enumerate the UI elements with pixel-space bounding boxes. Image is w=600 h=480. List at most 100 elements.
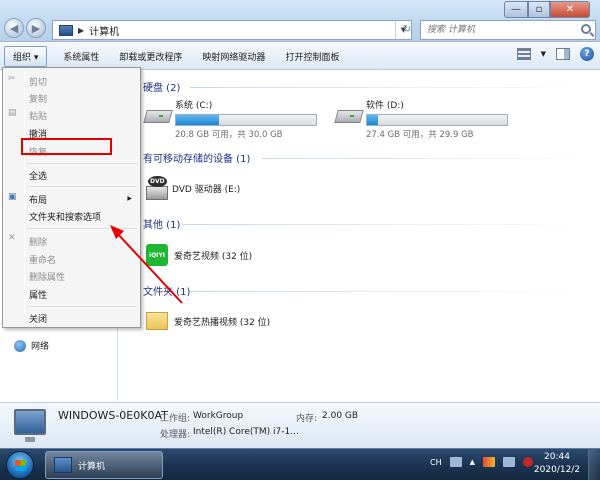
drive-d[interactable]: 软件 (D:) 27.4 GB 可用，共 29.9 GB (336, 98, 508, 140)
window-controls: — ▫ ✕ (504, 1, 590, 18)
drive-d-name: 软件 (D:) (366, 101, 404, 111)
hard-disk-icon (336, 104, 360, 126)
maximize-button[interactable]: ▫ (528, 1, 550, 18)
details-pane: WINDOWS-0E0K0AT 工作组: WorkGroup 内存: 2.00 … (0, 402, 600, 448)
help-icon[interactable]: ? (580, 47, 594, 61)
tray-expand-icon[interactable]: ▲ (470, 458, 475, 466)
group-hard-disks[interactable]: 硬盘 (2) (143, 79, 180, 94)
drive-d-usage-bar (366, 114, 508, 126)
workgroup-value: WorkGroup (193, 411, 244, 421)
action-center-icon[interactable] (483, 457, 495, 467)
drive-dvd[interactable]: DVD 驱动器 (E:) (146, 176, 240, 200)
drive-d-usage-fill (367, 115, 379, 125)
organize-button[interactable]: 组织 ▾ (4, 45, 48, 67)
group-removable[interactable]: 有可移动存储的设备 (1) (143, 150, 250, 165)
back-button[interactable]: ◀ (4, 18, 24, 38)
workgroup-key: 工作组: (160, 414, 191, 424)
group-divider (190, 87, 590, 88)
breadcrumb-chevron-icon[interactable]: ▶ (78, 26, 84, 35)
search-box[interactable] (420, 20, 596, 40)
dvd-drive-icon (146, 176, 168, 200)
uninstall-program-button[interactable]: 卸载或更改程序 (109, 43, 192, 69)
group-folders[interactable]: 文件夹 (1) (143, 283, 190, 298)
taskbar-app-computer[interactable]: 计算机 (45, 451, 163, 479)
system-properties-button[interactable]: 系统属性 (53, 43, 109, 69)
menu-item-rename: 重命名 (29, 256, 57, 266)
menu-separator (27, 163, 137, 164)
group-other[interactable]: 其他 (1) (143, 216, 180, 231)
iqiyi-hot-label: 爱奇艺热播视频 (32 位) (174, 317, 271, 328)
clock[interactable]: 20:44 2020/12/2 (532, 451, 582, 477)
network-icon (14, 339, 26, 352)
minimize-button[interactable]: — (504, 1, 528, 18)
close-button[interactable]: ✕ (550, 1, 590, 18)
group-divider (182, 224, 590, 225)
menu-item-properties[interactable]: 属性 (29, 288, 47, 301)
drive-c-usage-bar (175, 114, 317, 126)
nav-item-network[interactable]: 网络 (14, 339, 49, 352)
menu-separator (27, 228, 137, 229)
drive-d-size: 27.4 GB 可用，共 29.9 GB (366, 130, 474, 140)
group-divider (190, 291, 590, 292)
menu-gutter (24, 70, 25, 325)
iqiyi-label: 爱奇艺视频 (32 位) (174, 251, 253, 262)
item-iqiyi-hot[interactable]: 爱奇艺热播视频 (32 位) (146, 312, 270, 330)
taskbar: 计算机 CH ▲ 20:44 2020/12/2 (0, 448, 600, 480)
network-tray-icon[interactable] (503, 457, 515, 467)
nav-network-label: 网络 (31, 342, 50, 352)
search-icon[interactable] (581, 24, 591, 34)
cut-icon: ✂ (8, 74, 16, 84)
cpu-key: 处理器: (160, 430, 191, 440)
start-button[interactable] (6, 451, 34, 479)
back-arrow-icon: ◀ (9, 21, 19, 35)
view-dropdown-icon[interactable]: ▼ (541, 50, 546, 58)
drive-c-name: 系统 (C:) (175, 101, 213, 111)
menu-item-close[interactable]: 关闭 (29, 312, 47, 325)
submenu-arrow-icon: ▶ (127, 195, 132, 202)
clock-time: 20:44 (544, 452, 570, 462)
system-tray: CH ▲ (430, 457, 533, 467)
folder-icon (146, 312, 168, 330)
menu-separator (27, 186, 137, 187)
forward-arrow-icon: ▶ (31, 21, 41, 35)
layout-icon: ▣ (8, 192, 17, 202)
drive-c[interactable]: 系统 (C:) 20.8 GB 可用，共 30.0 GB (145, 98, 317, 140)
menu-separator (27, 306, 137, 307)
computer-monitor-icon (14, 409, 46, 442)
show-desktop-button[interactable] (588, 449, 600, 480)
menu-item-copy: 复制 (29, 95, 48, 105)
organize-menu: ✂ 剪切 复制 ▤ 粘贴 撤消 恢复 全选 ▣ 布局 ▶ 文件夹和搜索选项 ✕ … (2, 67, 141, 328)
windows-logo-icon (15, 460, 26, 471)
refresh-icon[interactable]: ↻ (400, 20, 414, 40)
item-iqiyi[interactable]: iQIYI 爱奇艺视频 (32 位) (146, 244, 252, 266)
menu-item-folder-options[interactable]: 文件夹和搜索选项 (29, 210, 101, 223)
open-control-panel-button[interactable]: 打开控制面板 (275, 43, 349, 69)
menu-item-layout[interactable]: 布局 (29, 193, 47, 206)
group-divider (262, 158, 590, 159)
menu-item-paste: 粘贴 (29, 112, 48, 122)
menu-item-delete: 删除 (29, 238, 48, 248)
breadcrumb-computer[interactable]: 计算机 (89, 23, 119, 38)
menu-item-select-all[interactable]: 全选 (29, 169, 47, 182)
clock-date: 2020/12/2 (533, 465, 581, 475)
preview-pane-icon[interactable] (556, 48, 570, 60)
forward-button[interactable]: ▶ (26, 18, 46, 38)
computer-name: WINDOWS-0E0K0AT (58, 409, 168, 422)
memory-key: 内存: (296, 414, 318, 424)
annotation-highlight-box (21, 138, 112, 155)
search-input[interactable] (421, 21, 571, 39)
iqiyi-logo-icon: iQIYI (146, 244, 168, 266)
cpu-value: Intel(R) Core(TM) i7-1... (193, 427, 299, 437)
command-bar: 组织 ▾ 系统属性 卸载或更改程序 映射网络驱动器 打开控制面板 ▼ ? (0, 43, 600, 70)
menu-item-remove-properties: 删除属性 (29, 273, 66, 283)
drive-c-size: 20.8 GB 可用，共 30.0 GB (175, 130, 283, 140)
change-view-icon[interactable] (516, 48, 531, 60)
keyboard-icon[interactable] (449, 457, 462, 467)
delete-icon: ✕ (8, 233, 16, 243)
map-network-drive-button[interactable]: 映射网络驱动器 (192, 43, 275, 69)
address-bar[interactable]: ▶ 计算机 ▼ (52, 20, 412, 40)
taskbar-app-label: 计算机 (78, 461, 106, 472)
paste-icon: ▤ (8, 108, 17, 118)
memory-value: 2.00 GB (322, 411, 359, 421)
language-indicator[interactable]: CH (430, 458, 442, 467)
